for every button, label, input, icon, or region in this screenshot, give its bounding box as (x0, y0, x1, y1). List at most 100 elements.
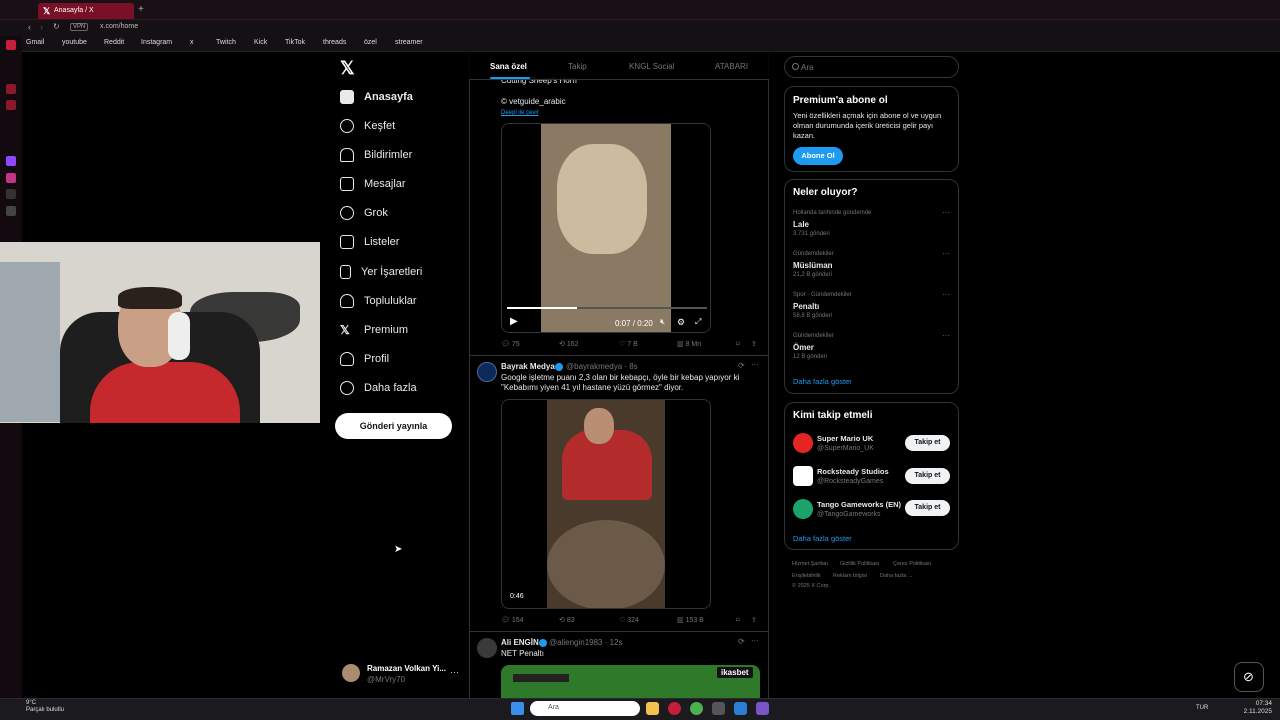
bookmark-streamer[interactable]: streamer (395, 39, 423, 46)
nav-messages[interactable]: Mesajlar (340, 172, 406, 196)
show-more-link[interactable]: Daha fazla göster (793, 377, 852, 386)
avatar[interactable] (477, 362, 497, 382)
bookmark-instagram[interactable]: Instagram (141, 39, 172, 46)
address-bar[interactable]: x.com/home (100, 23, 138, 30)
post-author[interactable]: Bayrak Medya (501, 362, 555, 372)
follow-button[interactable]: Takip et (905, 468, 950, 484)
video-player[interactable]: ▶ 0:07 / 0:20 🔇︎ ⚙ ⤢ (501, 123, 711, 333)
language-indicator[interactable]: TUR (1196, 705, 1208, 711)
footer-link[interactable]: Gizlilik Politikası (840, 561, 879, 567)
avatar[interactable] (793, 466, 813, 486)
sidebar-app-icon[interactable] (6, 100, 16, 110)
twitch-icon[interactable] (6, 156, 16, 166)
more-dots-icon[interactable]: ··· (942, 331, 950, 340)
bookmark-reddit[interactable]: Reddit (104, 39, 124, 46)
sidebar-app-icon[interactable] (6, 84, 16, 94)
more-dots-icon[interactable]: ··· (942, 208, 950, 217)
bookmark-youtube[interactable]: youtube (62, 39, 87, 46)
tiktok-icon[interactable] (6, 189, 16, 199)
home-icon[interactable] (6, 40, 16, 50)
avatar[interactable] (793, 433, 813, 453)
like-button[interactable]: ♡ 7 B (619, 340, 638, 348)
post-button[interactable]: Gönderi yayınla (335, 413, 452, 439)
translate-link[interactable]: Deepl ile çevir (501, 108, 539, 118)
browser-tab[interactable]: 𝕏 Anasayfa / X (38, 3, 134, 19)
reply-button[interactable]: 💬︎ 154 (501, 616, 524, 624)
nav-bookmarks[interactable]: Yer İşaretleri (340, 260, 422, 284)
bookmark-tiktok[interactable]: TikTok (285, 39, 305, 46)
more-dots-icon[interactable]: ··· (751, 360, 759, 369)
repost-button[interactable]: ⟲ 83 (559, 616, 575, 624)
share-icon[interactable]: ⇪ (751, 616, 757, 624)
more-dots-icon[interactable]: ··· (450, 667, 459, 677)
weather-widget[interactable]: 9°C Parçalı bulutlu (8, 700, 64, 714)
taskbar-search[interactable]: Ara (530, 701, 640, 716)
grok-icon[interactable]: ⟳ (738, 637, 745, 646)
nav-explore[interactable]: Keşfet (340, 114, 395, 138)
tab-atabari[interactable]: ATABARI (715, 62, 748, 71)
views-button[interactable]: ▥ 153 B (677, 616, 704, 624)
nav-home[interactable]: Anasayfa (340, 85, 413, 109)
views-button[interactable]: ▥ 8 Mn (677, 340, 701, 348)
reply-button[interactable]: 💬︎ 75 (501, 340, 520, 348)
nav-communities[interactable]: Topluluklar (340, 289, 417, 313)
tab-following[interactable]: Takip (568, 62, 587, 71)
bookmark-kick[interactable]: Kick (254, 39, 267, 46)
vpn-badge[interactable]: VPN (70, 23, 89, 31)
chrome-icon[interactable] (690, 702, 703, 715)
store-icon[interactable] (712, 702, 725, 715)
nav-lists[interactable]: Listeler (340, 230, 399, 254)
back-icon[interactable]: ‹ (28, 22, 31, 32)
nav-more[interactable]: Daha fazla (340, 376, 417, 400)
grok-chat-button[interactable]: ⊘ (1234, 662, 1264, 692)
video-progress-track[interactable] (507, 307, 707, 309)
show-more-link[interactable]: Daha fazla göster (793, 534, 852, 543)
follow-button[interactable]: Takip et (905, 435, 950, 451)
windows-start-icon[interactable] (511, 702, 524, 715)
volume-icon[interactable]: 🔇︎ (660, 317, 665, 327)
repost-button[interactable]: ⟲ 162 (559, 340, 579, 348)
post-author[interactable]: Ali ENGİN (501, 638, 539, 648)
file-explorer-icon[interactable] (646, 702, 659, 715)
x-logo-icon[interactable]: 𝕏 (340, 58, 355, 79)
more-dots-icon[interactable]: ··· (942, 290, 950, 299)
footer-link[interactable]: Çerez Politikası (893, 561, 931, 567)
footer-link[interactable]: Daha fazla ... (880, 573, 912, 579)
bookmark-icon[interactable]: ⌑ (736, 616, 740, 624)
play-icon[interactable]: ▶ (510, 316, 518, 327)
trend-title[interactable]: Müslüman (793, 261, 833, 270)
mail-icon[interactable] (734, 702, 747, 715)
grok-icon[interactable]: ⟳ (738, 361, 745, 370)
follow-name[interactable]: Tango Gameworks (EN) (817, 500, 901, 509)
footer-link[interactable]: Hizmet Şartları (792, 561, 828, 567)
clock[interactable]: 07:34 2.11.2025 (1232, 700, 1272, 716)
x-icon[interactable] (6, 206, 16, 216)
bookmark-x[interactable]: x (190, 39, 194, 46)
trend-title[interactable]: Ömer (793, 343, 814, 352)
video-player[interactable]: 0:46 (501, 399, 711, 609)
trend-title[interactable]: Penaltı (793, 302, 819, 311)
instagram-icon[interactable] (6, 173, 16, 183)
bookmark-icon[interactable]: ⌑ (736, 340, 740, 348)
tab-for-you[interactable]: Sana özel (490, 62, 527, 71)
follow-name[interactable]: Rocksteady Studios (817, 467, 889, 476)
share-icon[interactable]: ⇪ (751, 340, 757, 348)
bookmark-threads[interactable]: threads (323, 39, 346, 46)
footer-link[interactable]: Erişilebilirlik (792, 573, 821, 579)
settings-icon[interactable]: ⚙ (677, 317, 685, 328)
app-icon[interactable] (756, 702, 769, 715)
nav-profile[interactable]: Profil (340, 347, 389, 371)
fullscreen-icon[interactable]: ⤢ (695, 317, 701, 327)
like-button[interactable]: ♡ 324 (619, 616, 639, 624)
trend-title[interactable]: Lale (793, 220, 809, 229)
search-input[interactable]: Ara (784, 56, 959, 78)
new-tab-button[interactable]: + (138, 4, 144, 15)
subscribe-button[interactable]: Abone Ol (793, 147, 843, 165)
video-player[interactable]: ikasbet (501, 665, 760, 698)
bookmark-gmail[interactable]: Gmail (26, 39, 44, 46)
reload-icon[interactable]: ↻ (53, 22, 60, 31)
nav-premium[interactable]: 𝕏 Premium (340, 318, 408, 342)
nav-notifications[interactable]: Bildirimler (340, 143, 412, 167)
follow-name[interactable]: Super Mario UK (817, 434, 873, 443)
tab-kngl-social[interactable]: KNGL Social (629, 62, 675, 71)
